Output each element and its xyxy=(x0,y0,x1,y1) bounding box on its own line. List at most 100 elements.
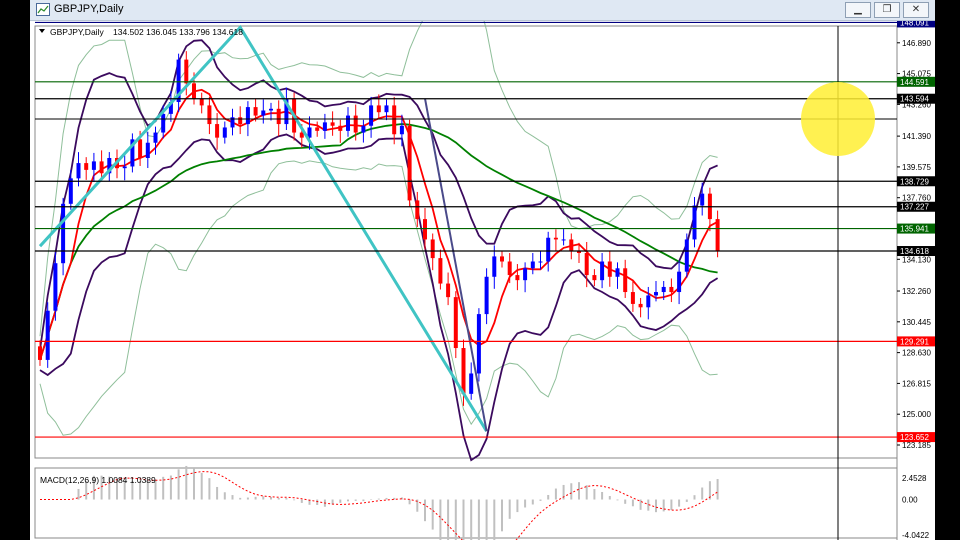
candle-body xyxy=(638,303,643,308)
candle-body xyxy=(68,178,73,204)
price-badge-label: 135.941 xyxy=(900,225,929,234)
candle-body xyxy=(469,373,474,394)
candle-body xyxy=(99,161,104,174)
candle-body xyxy=(507,261,512,276)
candle-body xyxy=(569,239,574,252)
price-badge-label: 129.291 xyxy=(900,337,929,346)
candle-body xyxy=(399,125,404,135)
candle-body xyxy=(207,105,212,125)
price-axis-label: 132.260 xyxy=(902,287,931,296)
candle-body xyxy=(215,124,220,138)
candle-body xyxy=(461,348,466,394)
candle-body xyxy=(384,105,389,113)
price-axis-label: 146.890 xyxy=(902,39,931,48)
candle-body xyxy=(415,200,420,220)
macd-label: MACD(12,26,9) 1.0084 1.0389 xyxy=(40,475,156,485)
candle-body xyxy=(322,122,327,131)
candle-body xyxy=(654,292,658,296)
candle-body xyxy=(453,297,458,349)
candle-body xyxy=(276,108,281,125)
candle-body xyxy=(553,237,558,240)
candle-body xyxy=(138,139,143,159)
candle-body xyxy=(346,115,350,131)
price-badge-label: 137.227 xyxy=(900,203,929,212)
macd-axis-label: 2.4528 xyxy=(902,474,927,483)
price-badge-label: 144.591 xyxy=(900,78,929,87)
candle-body xyxy=(330,122,335,126)
price-axis-label: 139.575 xyxy=(902,163,931,172)
candle-body xyxy=(684,239,689,272)
price-axis-label: 123.185 xyxy=(902,441,931,450)
candle-body xyxy=(661,286,666,293)
candle-body xyxy=(476,314,481,374)
candle-body xyxy=(715,219,720,252)
macd-plot-area[interactable] xyxy=(34,467,898,539)
price-axis-label: 126.815 xyxy=(902,379,931,388)
candle-body xyxy=(630,292,635,304)
candle-body xyxy=(199,98,204,106)
candle-body xyxy=(184,59,189,84)
candle-body xyxy=(492,256,497,277)
chart-symbol: GBPJPY,Daily xyxy=(50,27,104,37)
candle-body xyxy=(376,105,381,113)
restore-icon: ❐ xyxy=(882,4,892,15)
price-badge-label: 148.091 xyxy=(900,21,929,27)
candle-body xyxy=(646,295,651,308)
macd-axis-label: -4.0422 xyxy=(902,531,930,540)
price-chart[interactable]: 148.091144.591143.594138.729137.227135.9… xyxy=(30,21,935,540)
candle-body xyxy=(677,271,682,293)
candle-body xyxy=(484,276,489,315)
cursor-highlight xyxy=(801,82,875,156)
close-button[interactable]: ✕ xyxy=(903,2,929,18)
candle-body xyxy=(84,163,89,170)
price-axis-label: 130.445 xyxy=(902,318,931,327)
candle-body xyxy=(369,105,374,126)
candle-body xyxy=(500,256,504,262)
chart-window[interactable]: 148.091 144.591 143.594 138.729 137.227 135.9… xyxy=(30,21,935,540)
candle-body xyxy=(669,286,674,293)
candle xyxy=(453,291,458,359)
candle-body xyxy=(315,127,320,131)
candle-body xyxy=(561,239,566,241)
candle-body xyxy=(261,110,266,116)
candle-body xyxy=(607,261,612,277)
candle-body xyxy=(407,125,412,201)
candle-body xyxy=(253,107,258,116)
price-axis-label: 141.390 xyxy=(902,132,931,141)
window-titlebar[interactable]: GBPJPY,Daily ▁ ❐ ✕ xyxy=(30,0,935,21)
candle-body xyxy=(615,268,620,277)
candle-body xyxy=(222,127,227,138)
candle-body xyxy=(91,161,96,170)
price-axis-label: 128.630 xyxy=(902,349,931,358)
candle-body xyxy=(446,283,451,298)
candle-body xyxy=(423,219,427,240)
candle-body xyxy=(692,205,697,240)
candle-body xyxy=(700,193,705,206)
main-plot-area[interactable] xyxy=(34,25,898,459)
restore-button[interactable]: ❐ xyxy=(874,2,900,18)
candle-body xyxy=(269,108,273,111)
macd-axis-label: 0.00 xyxy=(902,496,918,505)
candle-body xyxy=(515,275,520,281)
candle xyxy=(45,302,50,368)
price-axis-label: 134.130 xyxy=(902,255,931,264)
candle-body xyxy=(392,105,397,135)
candle-body xyxy=(238,117,243,125)
candle-body xyxy=(76,163,81,179)
minimize-button[interactable]: ▁ xyxy=(845,2,871,18)
candle-body xyxy=(538,261,543,263)
candle xyxy=(476,308,481,382)
candle-body xyxy=(153,132,158,143)
candle-body xyxy=(53,263,58,311)
candle-body xyxy=(438,258,443,284)
chart-window-icon xyxy=(36,3,50,16)
candle-body xyxy=(353,115,358,133)
price-axis-label: 145.075 xyxy=(902,70,931,79)
candle-body xyxy=(161,113,166,133)
candle-body xyxy=(245,107,250,125)
price-axis-label: 137.760 xyxy=(902,194,931,203)
candle-body xyxy=(45,310,50,360)
candle-body xyxy=(338,125,343,131)
candle-body xyxy=(430,239,435,259)
minimize-icon: ▁ xyxy=(854,4,862,15)
